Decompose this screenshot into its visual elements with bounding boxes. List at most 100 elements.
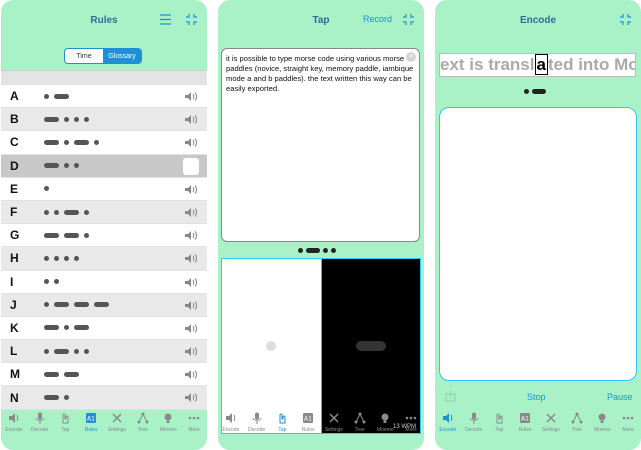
tab-label: Encode — [5, 427, 23, 433]
row-morse-code — [44, 348, 89, 354]
tab-encode[interactable]: Encode — [218, 412, 244, 450]
page-dot — [323, 248, 328, 253]
table-row[interactable]: B — [1, 108, 207, 132]
speaker-icon[interactable] — [184, 277, 197, 288]
tab-label: Decode — [248, 427, 266, 433]
tab-encode[interactable]: Encode — [1, 412, 27, 450]
pause-button[interactable]: Pause — [607, 392, 633, 402]
record-button[interactable]: Record — [363, 14, 392, 24]
morse-dash — [44, 232, 59, 238]
speaker-icon[interactable] — [184, 323, 197, 334]
tab-more[interactable]: More — [398, 412, 424, 450]
speaker-icon — [225, 413, 236, 423]
row-letter: K — [10, 320, 19, 335]
table-row[interactable]: H — [1, 247, 207, 271]
tab-label: Encode — [439, 427, 457, 433]
morse-dot — [64, 325, 69, 331]
list-icon[interactable] — [159, 13, 172, 26]
page-dot-current — [306, 248, 320, 253]
tab-more[interactable]: More — [181, 412, 207, 450]
speaker-icon[interactable] — [184, 369, 197, 380]
collapse-icon[interactable] — [402, 13, 415, 26]
tab-tree[interactable]: Tree — [130, 412, 156, 450]
speaker-icon[interactable] — [184, 114, 197, 125]
segment-glossary[interactable]: Glossary — [103, 49, 141, 63]
tab-tree[interactable]: Tree — [347, 412, 373, 450]
tab-label: Mnemo — [594, 427, 611, 433]
collapse-icon[interactable] — [185, 13, 198, 26]
stop-button[interactable]: Stop — [527, 392, 546, 402]
speaker-icon[interactable] — [184, 230, 197, 241]
segment-time[interactable]: Time — [65, 49, 103, 63]
input-text-area[interactable] — [439, 107, 637, 381]
tab-decode[interactable]: Decode — [461, 412, 487, 450]
table-row[interactable]: K — [1, 316, 207, 341]
tab-tree[interactable]: Tree — [564, 412, 590, 450]
table-row[interactable]: I — [1, 270, 207, 294]
dash-indicator — [356, 341, 386, 351]
table-row[interactable]: L — [1, 340, 207, 364]
collapse-icon[interactable] — [619, 13, 632, 26]
speaker-icon[interactable] — [184, 253, 197, 264]
morse-dot — [74, 163, 79, 169]
table-row[interactable]: C — [1, 131, 207, 155]
export-icon[interactable] — [445, 391, 456, 402]
tools-icon — [329, 413, 339, 423]
table-row[interactable]: E — [1, 177, 207, 201]
table-row[interactable]: N — [1, 386, 207, 410]
tab-decode[interactable]: Decode — [27, 412, 53, 450]
microphone-icon — [252, 412, 262, 424]
morse-dot — [84, 232, 89, 238]
morse-dot — [74, 255, 79, 261]
tab-mnemo[interactable]: Mnemo — [373, 412, 399, 450]
tab-tap[interactable]: Tap — [270, 412, 296, 450]
speaker-icon[interactable] — [184, 184, 197, 195]
svg-text:A1: A1 — [304, 416, 312, 423]
dash-paddle[interactable]: 13 WPM — [322, 259, 420, 433]
morse-dash — [64, 209, 79, 215]
tab-rules[interactable]: A1 Rules — [512, 412, 538, 450]
table-row[interactable]: F — [1, 200, 207, 225]
speaker-icon[interactable] — [184, 91, 197, 102]
morse-dot — [84, 209, 89, 215]
tab-label: Tree — [354, 427, 365, 433]
tab-settings[interactable]: Settings — [321, 412, 347, 450]
tab-mnemo[interactable]: Mnemo — [590, 412, 616, 450]
speaker-icon[interactable] — [184, 300, 197, 311]
tab-encode[interactable]: Encode — [435, 412, 461, 450]
microphone-icon — [35, 412, 45, 424]
tab-decode[interactable]: Decode — [244, 412, 270, 450]
tab-more[interactable]: More — [615, 412, 641, 450]
tap-screen: Tap Record it is possible to type morse … — [218, 0, 424, 450]
table-row[interactable]: M — [1, 363, 207, 387]
morse-dash — [74, 325, 89, 331]
tab-rules[interactable]: A1 Rules — [295, 412, 321, 450]
table-row[interactable]: A — [1, 85, 207, 109]
morse-dash — [54, 93, 69, 99]
selected-play-box[interactable] — [183, 157, 199, 175]
table-row[interactable]: D — [1, 154, 207, 178]
tab-settings[interactable]: Settings — [538, 412, 564, 450]
hand-icon — [496, 413, 503, 424]
table-header-gap — [1, 71, 207, 85]
clear-icon[interactable]: × — [406, 52, 416, 62]
svg-text:A1: A1 — [521, 416, 529, 423]
speaker-icon[interactable] — [184, 137, 197, 148]
tab-rules[interactable]: A1 Rules — [78, 412, 104, 450]
morse-dash — [44, 116, 59, 122]
typed-text-area[interactable]: it is possible to type morse code using … — [221, 48, 420, 242]
morse-dash — [54, 348, 69, 354]
table-row[interactable]: G — [1, 224, 207, 248]
speaker-icon[interactable] — [184, 207, 197, 218]
tab-label: Tree — [137, 427, 148, 433]
row-letter: B — [10, 112, 19, 127]
table-row[interactable]: J — [1, 293, 207, 317]
dot-paddle[interactable] — [222, 259, 322, 433]
tab-mnemo[interactable]: Mnemo — [156, 412, 182, 450]
tab-tap[interactable]: Tap — [53, 412, 79, 450]
svg-text:A1: A1 — [87, 416, 95, 423]
tab-tap[interactable]: Tap — [487, 412, 513, 450]
tab-settings[interactable]: Settings — [104, 412, 130, 450]
speaker-icon[interactable] — [184, 392, 197, 403]
speaker-icon[interactable] — [184, 346, 197, 357]
